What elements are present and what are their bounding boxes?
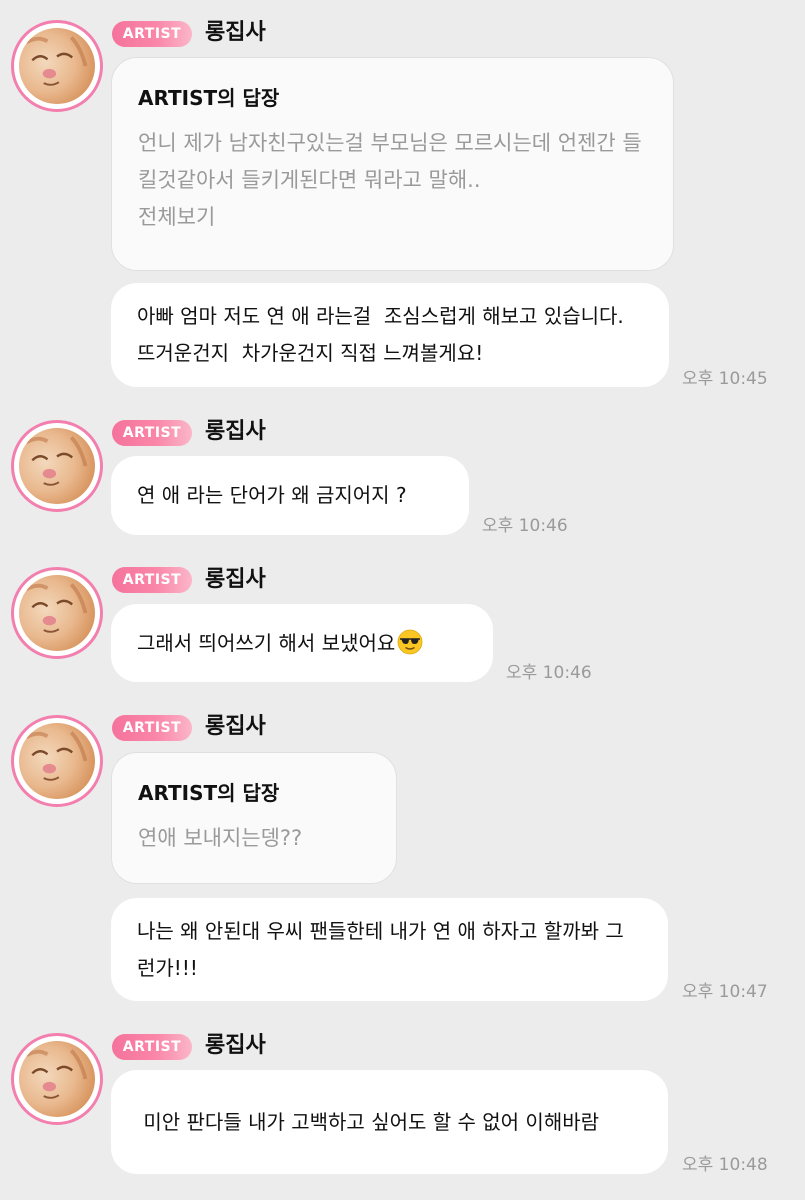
message-text: 미안 판다들 내가 고백하고 싶어도 할 수 없어 이해바람 bbox=[137, 1109, 600, 1134]
avatar[interactable] bbox=[11, 715, 103, 807]
cat-avatar-image bbox=[19, 1041, 95, 1117]
sender-name[interactable]: 롱집사 bbox=[205, 19, 266, 47]
cat-avatar-image bbox=[19, 723, 95, 799]
message-time: 오후 10:46 bbox=[506, 663, 592, 683]
message-time: 오후 10:45 bbox=[682, 369, 768, 389]
message-bubble[interactable]: 나는 왜 안된대 우씨 팬들한테 내가 연 애 하자고 할까봐 그런가!!! bbox=[111, 898, 668, 1001]
reply-title: ARTIST의 답장 bbox=[138, 781, 280, 805]
sender-name[interactable]: 롱집사 bbox=[205, 1032, 266, 1060]
chat-view: ARTIST 롱집사 ARTIST의 답장 언니 제가 남자친구있는걸 부모님은… bbox=[0, 0, 805, 1200]
message-time: 오후 10:46 bbox=[482, 516, 568, 536]
reply-text: 연애 보내지는뎅?? bbox=[138, 826, 303, 850]
avatar[interactable] bbox=[11, 567, 103, 659]
sender-name[interactable]: 롱집사 bbox=[205, 566, 266, 594]
reply-text: 언니 제가 남자친구있는걸 부모님은 모르시는데 언젠간 들킬것같아서 들키게된… bbox=[138, 131, 642, 192]
sunglasses-emoji-icon bbox=[397, 629, 423, 654]
artist-badge: ARTIST bbox=[112, 1034, 192, 1060]
message-bubble[interactable]: 아빠 엄마 저도 연 애 라는걸 조심스럽게 해보고 있습니다. 뜨거운건지 차… bbox=[111, 283, 669, 387]
cat-avatar-image bbox=[19, 575, 95, 651]
artist-badge: ARTIST bbox=[112, 567, 192, 593]
avatar[interactable] bbox=[11, 1033, 103, 1125]
artist-badge: ARTIST bbox=[112, 715, 192, 741]
sender-name[interactable]: 롱집사 bbox=[205, 713, 266, 741]
avatar[interactable] bbox=[11, 20, 103, 112]
reply-bubble[interactable]: ARTIST의 답장 연애 보내지는뎅?? bbox=[111, 752, 397, 884]
reply-title: ARTIST의 답장 bbox=[138, 86, 280, 110]
message-text: 그래서 띄어쓰기 해서 보냈어요 bbox=[137, 630, 396, 655]
message-bubble[interactable]: 그래서 띄어쓰기 해서 보냈어요 bbox=[111, 604, 493, 682]
message-text: 아빠 엄마 저도 연 애 라는걸 조심스럽게 해보고 있습니다. 뜨거운건지 차… bbox=[137, 304, 631, 365]
message-time: 오후 10:47 bbox=[682, 982, 768, 1002]
view-all-link[interactable]: 전체보기 bbox=[138, 199, 647, 236]
message-time: 오후 10:48 bbox=[682, 1155, 768, 1175]
message-bubble[interactable]: 연 애 라는 단어가 왜 금지어지 ? bbox=[111, 456, 469, 535]
sender-name[interactable]: 롱집사 bbox=[205, 418, 266, 446]
cat-avatar-image bbox=[19, 28, 95, 104]
avatar[interactable] bbox=[11, 420, 103, 512]
message-text: 연 애 라는 단어가 왜 금지어지 ? bbox=[137, 483, 407, 507]
reply-bubble[interactable]: ARTIST의 답장 언니 제가 남자친구있는걸 부모님은 모르시는데 언젠간 … bbox=[111, 57, 674, 271]
artist-badge: ARTIST bbox=[112, 420, 192, 446]
artist-badge: ARTIST bbox=[112, 21, 192, 47]
cat-avatar-image bbox=[19, 428, 95, 504]
message-text: 나는 왜 안된대 우씨 팬들한테 내가 연 애 하자고 할까봐 그런가!!! bbox=[137, 918, 624, 980]
message-bubble[interactable]: 미안 판다들 내가 고백하고 싶어도 할 수 없어 이해바람 bbox=[111, 1070, 668, 1174]
